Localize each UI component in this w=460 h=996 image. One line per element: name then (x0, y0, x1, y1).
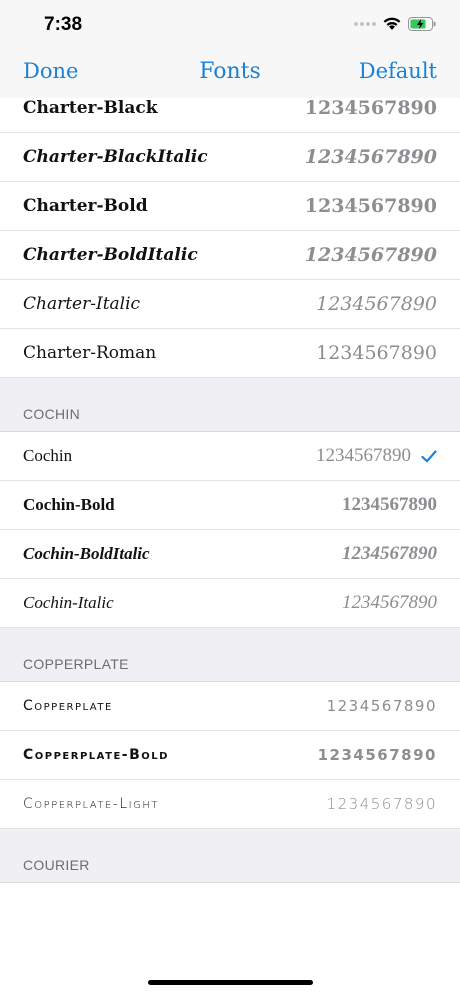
font-sample: 1234567890 (326, 795, 437, 813)
status-icons (354, 16, 436, 31)
font-name: Charter-Roman (23, 343, 157, 363)
cellular-signal-icon (354, 21, 376, 26)
font-sample: 1234567890 (326, 697, 437, 715)
section-label: COURIER (23, 857, 90, 873)
section-header-cochin: COCHIN (0, 378, 460, 432)
font-sample: 1234567890 (342, 592, 437, 613)
font-name: Copperplate-Bold (23, 747, 169, 763)
font-name: Cochin (23, 446, 73, 465)
status-time: 7:38 (44, 14, 83, 35)
navigation-bar: Done Fonts Default (0, 50, 460, 98)
font-row-charter-italic[interactable]: Charter-Italic 1234567890 (0, 280, 460, 329)
battery-charging-icon (408, 16, 436, 31)
font-name: Copperplate-Light (23, 796, 159, 812)
wifi-icon (383, 17, 401, 30)
section-label: COPPERPLATE (23, 656, 129, 672)
font-sample: 1234567890 (342, 543, 437, 564)
font-name: Charter-Black (23, 98, 158, 118)
font-row-charter-blackitalic[interactable]: Charter-BlackItalic 1234567890 (0, 133, 460, 182)
font-name: Charter-Italic (23, 294, 141, 314)
font-name: Copperplate (23, 698, 113, 714)
section-header-courier: COURIER (0, 829, 460, 883)
done-button[interactable]: Done (23, 59, 78, 83)
font-sample: 1234567890 (316, 445, 437, 467)
font-name: Charter-BoldItalic (23, 245, 198, 265)
font-sample: 1234567890 (342, 494, 437, 515)
font-row-copperplate[interactable]: Copperplate 1234567890 (0, 682, 460, 731)
font-name: Charter-BlackItalic (23, 147, 208, 167)
font-row-charter-roman[interactable]: Charter-Roman 1234567890 (0, 329, 460, 378)
section-label: COCHIN (23, 406, 81, 422)
font-sample: 1234567890 (304, 146, 437, 168)
home-indicator[interactable] (148, 980, 313, 985)
checkmark-icon (421, 449, 437, 462)
font-name: Cochin-Italic (23, 593, 114, 612)
font-name: Cochin-BoldItalic (23, 544, 150, 563)
font-row-cochin-bold[interactable]: Cochin-Bold 1234567890 (0, 481, 460, 530)
font-row-cochin-italic[interactable]: Cochin-Italic 1234567890 (0, 579, 460, 628)
font-row-copperplate-light[interactable]: Copperplate-Light 1234567890 (0, 780, 460, 829)
font-row-cochin-bolditalic[interactable]: Cochin-BoldItalic 1234567890 (0, 530, 460, 579)
status-bar: 7:38 (0, 0, 460, 50)
font-sample: 1234567890 (304, 97, 437, 119)
font-sample: 1234567890 (317, 746, 437, 764)
font-sample: 1234567890 (304, 195, 437, 217)
font-row-charter-bolditalic[interactable]: Charter-BoldItalic 1234567890 (0, 231, 460, 280)
font-row-copperplate-bold[interactable]: Copperplate-Bold 1234567890 (0, 731, 460, 780)
font-name: Charter-Bold (23, 196, 148, 216)
font-list[interactable]: Charter-Black 1234567890 Charter-BlackIt… (0, 84, 460, 883)
section-header-copperplate: COPPERPLATE (0, 628, 460, 682)
nav-title: Fonts (199, 59, 261, 84)
font-sample: 1234567890 (316, 293, 437, 315)
font-row-cochin[interactable]: Cochin 1234567890 (0, 432, 460, 481)
font-sample: 1234567890 (316, 342, 437, 364)
font-row-charter-bold[interactable]: Charter-Bold 1234567890 (0, 182, 460, 231)
font-sample-text: 1234567890 (316, 445, 411, 466)
font-sample: 1234567890 (304, 244, 437, 266)
default-button[interactable]: Default (359, 59, 437, 83)
font-name: Cochin-Bold (23, 495, 115, 514)
